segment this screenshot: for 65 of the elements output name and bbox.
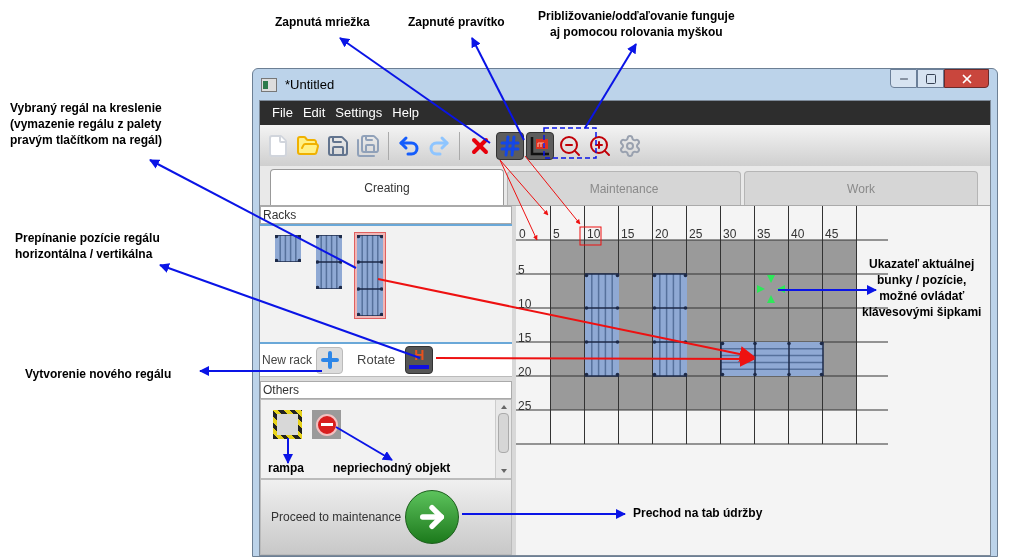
app-icon [261, 77, 277, 92]
menu-item[interactable]: File [272, 103, 293, 123]
maximize-button[interactable] [917, 69, 944, 88]
ruler-label: 25 [689, 228, 703, 240]
rack-drawing [275, 235, 301, 262]
menu-item[interactable]: Settings [335, 103, 383, 123]
menu-item[interactable]: Edit [302, 103, 326, 123]
settings-icon [618, 133, 642, 158]
rack-drawing [316, 235, 342, 289]
toolbar-button[interactable] [496, 131, 524, 160]
proceed-label: Proceed to maintenance [271, 509, 402, 526]
section-header: Racks [260, 206, 512, 224]
ruler-label: 20 [655, 228, 669, 240]
annotation-text: Vytvorenie nového regálu [25, 366, 172, 382]
annotation-text: Zapnuté pravítko [408, 14, 505, 30]
window-title: *Untitled [285, 75, 335, 94]
pointer-arrow [283, 437, 293, 464]
ramp-item[interactable] [273, 410, 302, 439]
palette-rack[interactable] [313, 232, 345, 292]
annotation-text: Vybraný regál na kreslenie (vymazenie regálu z palety pravým tlačítkom na regál) [10, 100, 163, 148]
ruler-label: 5 [518, 264, 525, 276]
annotation-text: Približovanie/odďaľovanie funguje aj pomocou rolovania myškou [538, 8, 735, 40]
palette-rack[interactable] [272, 232, 304, 265]
ruler-label: 5 [553, 228, 560, 240]
tab[interactable]: Creating [270, 169, 504, 205]
annotation-text: nepriechodný objekt [333, 460, 451, 476]
ruler-label: 10 [587, 228, 601, 240]
proceed-button[interactable] [405, 490, 460, 544]
new-file-icon [266, 133, 290, 158]
highlight-frame [579, 226, 602, 246]
rotate-label: Rotate [357, 351, 396, 370]
scrollbar[interactable] [495, 400, 511, 478]
annotation-text: Zapnutá mriežka [275, 14, 370, 30]
folder-icon [296, 133, 320, 158]
zoom-out-icon [558, 133, 582, 158]
ruler-label: 35 [757, 228, 771, 240]
close-button[interactable] [944, 69, 989, 88]
ruler-label: 30 [723, 228, 737, 240]
pointer-arrow [335, 426, 393, 461]
menu-item[interactable]: Help [392, 103, 420, 123]
annotation-text: rampa [268, 460, 305, 476]
ruler-label: 0 [519, 228, 526, 240]
new-rack-button[interactable] [316, 346, 343, 374]
maximize-icon [924, 72, 937, 85]
annotation-text: Ukazateľ aktuálnej bunky / pozície, možné ovládať klávesovými šipkami [862, 256, 982, 320]
ruler-label: 25 [518, 400, 532, 412]
horizontal-bar-icon [409, 365, 430, 369]
ruler-label: 10 [518, 298, 532, 310]
zoom-in-icon [588, 133, 612, 158]
annotation-text: Prechod na tab údržby [633, 505, 763, 521]
ruler-label: 40 [791, 228, 805, 240]
toolbar-button[interactable] [526, 131, 554, 160]
section-header: Others [260, 381, 512, 399]
save-icon [326, 133, 350, 158]
ruler-label: 20 [518, 366, 532, 378]
grid-icon [498, 133, 522, 158]
ruler-label: 45 [825, 228, 839, 240]
annotation-text: Prepínanie pozície regálu horizontálna / vertikálna [15, 230, 160, 262]
ruler-label: 15 [518, 332, 532, 344]
blocked-item[interactable] [312, 410, 341, 439]
ruler-label: 15 [621, 228, 635, 240]
save-all-icon [356, 133, 380, 158]
highlight-frame [543, 127, 597, 159]
cursor-icon [757, 275, 785, 303]
new-rack-label: New rack [262, 352, 312, 369]
